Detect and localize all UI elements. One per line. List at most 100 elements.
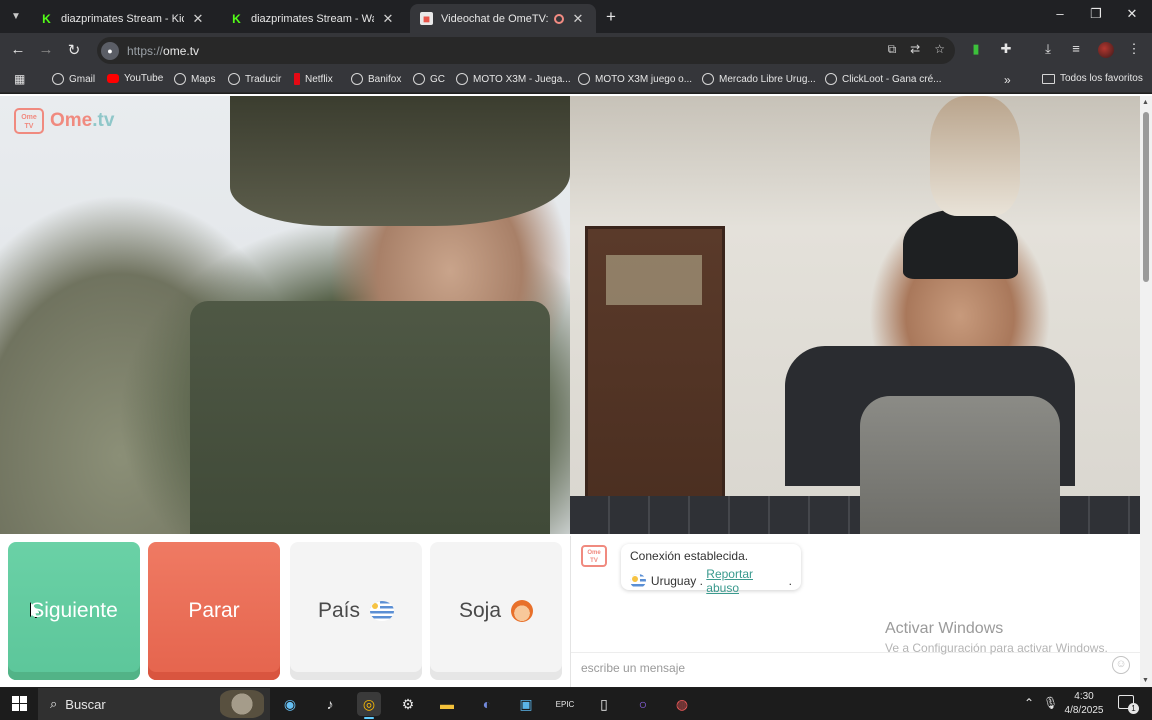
menu-kebab-icon[interactable]: ⋮ — [1124, 41, 1144, 57]
emoji-icon[interactable]: ☺ — [1112, 656, 1130, 674]
netflix-icon — [294, 73, 300, 85]
uruguay-flag-icon — [370, 601, 395, 621]
close-tab-icon[interactable]: ✕ — [380, 11, 396, 27]
tab-kick-dashboard[interactable]: K diazprimates Stream - Kick Dashboard ✕ — [30, 4, 216, 33]
tab-search-icon[interactable]: ▼ — [6, 6, 26, 26]
video-figure — [230, 96, 570, 226]
message-input[interactable]: escribe un mensaje — [571, 652, 1141, 682]
stop-button[interactable]: Parar — [148, 542, 280, 680]
chrome-icon[interactable]: ◎ — [357, 692, 381, 719]
url-scheme: https:// — [127, 43, 164, 58]
recording-indicator-icon — [554, 13, 564, 24]
tab-ometv[interactable]: ■ Videochat de OmeTV: una alternativa ✕ — [410, 4, 596, 33]
scrollbar-thumb[interactable] — [1143, 112, 1149, 282]
gender-button[interactable]: Soja — [430, 542, 562, 680]
bookmark-gc[interactable]: GC — [413, 73, 445, 85]
document-icon[interactable]: ▯ — [592, 692, 616, 716]
clock-time: 4:30 — [1074, 691, 1094, 702]
search-label: Buscar — [65, 696, 106, 712]
video-figure — [860, 396, 1060, 534]
chat-panel: Ome TV Conexión establecida. Uruguay . Re… — [570, 536, 1141, 687]
epic-games-icon[interactable]: EPIC — [553, 692, 577, 716]
tab-kick-watch-live[interactable]: K diazprimates Stream - Watch Live ✕ — [220, 4, 406, 33]
scroll-down-icon[interactable]: ▼ — [1142, 677, 1149, 684]
bookmark-moto-x3m-2[interactable]: MOTO X3M juego o... — [578, 73, 692, 85]
extensions-puzzle-icon[interactable]: ✚ — [996, 41, 1016, 57]
next-button-label: Siguiente — [30, 599, 118, 622]
page-scrollbar[interactable]: ▲ ▼ — [1140, 96, 1152, 687]
cast-icon[interactable]: ⧉ — [888, 42, 897, 57]
chat-logo-top: Ome — [587, 550, 601, 556]
reload-button[interactable]: ↻ — [64, 41, 84, 59]
file-explorer-icon[interactable]: ▬ — [435, 692, 459, 716]
back-button[interactable]: ← — [8, 41, 28, 58]
bookmark-star-icon[interactable]: ☆ — [934, 42, 945, 57]
ometv-logo[interactable]: Ome TV Ome.tv — [14, 108, 114, 134]
close-tab-icon[interactable]: ✕ — [570, 11, 586, 27]
bookmark-label: Gmail — [69, 73, 96, 85]
gender-button-label: Soja — [458, 599, 502, 622]
apps-grid-icon[interactable]: ▦ — [14, 72, 25, 86]
bookmark-mercado-libre[interactable]: Mercado Libre Urug... — [702, 73, 816, 85]
globe-icon — [52, 73, 64, 85]
close-window-button[interactable]: ✕ — [1114, 6, 1150, 22]
bookmarks-more-button[interactable]: » — [1004, 73, 1011, 87]
all-bookmarks-folder[interactable]: Todos los favoritos — [1042, 73, 1143, 84]
microphone-icon[interactable]: 🎙 — [1043, 696, 1058, 710]
country-button[interactable]: País — [290, 542, 422, 680]
site-info-icon[interactable]: ● — [101, 41, 119, 60]
kick-icon: K — [232, 11, 241, 26]
steam-icon[interactable]: ◉ — [278, 692, 302, 716]
browser-tab-strip: ▼ K diazprimates Stream - Kick Dashboard… — [0, 0, 1152, 33]
bookmark-gmail[interactable]: Gmail — [52, 73, 95, 85]
system-clock[interactable]: 4:30 4/8/2025 — [1062, 690, 1106, 718]
bookmark-clickloot[interactable]: ClickLoot - Gana cré... — [825, 73, 941, 85]
bookmark-netflix[interactable]: Netflix — [294, 73, 333, 85]
browser-toolbar: ← → ↻ ● https://ome.tv ⧉ ⇄ ☆ ▮ ✚ ⤓ ≡ ⋮ — [0, 33, 1152, 67]
notification-icon[interactable]: 1 — [1118, 695, 1139, 714]
start-button[interactable] — [12, 696, 27, 711]
owl-widget-icon[interactable] — [220, 690, 264, 718]
bookmark-banifox[interactable]: Banifox — [351, 73, 401, 85]
restore-button[interactable]: ❐ — [1078, 6, 1114, 22]
bookmark-label: Banifox — [368, 73, 402, 85]
extension-icon[interactable]: ▮ — [966, 41, 986, 57]
bookmark-youtube[interactable]: YouTube — [107, 73, 163, 84]
bookmark-traducir[interactable]: Traducir — [228, 73, 281, 85]
discord-icon[interactable]: ◐ — [475, 692, 499, 716]
chat-logo-bottom: TV — [590, 558, 598, 564]
partner-country: Uruguay — [650, 574, 697, 588]
video-cat — [930, 96, 1020, 216]
minimize-button[interactable]: – — [1042, 6, 1078, 21]
notification-count: 1 — [1128, 703, 1139, 714]
tab-title: diazprimates Stream - Watch Live — [251, 12, 374, 25]
new-tab-button[interactable]: + — [606, 7, 616, 27]
media-control-icon[interactable]: ≡ — [1066, 41, 1086, 56]
store-icon[interactable]: ▣ — [514, 692, 538, 716]
bookmark-maps[interactable]: Maps — [174, 73, 215, 85]
bookmark-label: ClickLoot - Gana cré... — [842, 73, 942, 85]
scroll-up-icon[interactable]: ▲ — [1142, 99, 1149, 106]
all-bookmarks-label: Todos los favoritos — [1060, 73, 1143, 84]
settings-gear-icon[interactable]: ⚙ — [396, 692, 420, 716]
forward-button[interactable]: → — [36, 41, 56, 58]
profile-avatar[interactable] — [1098, 42, 1114, 58]
address-bar[interactable]: ● https://ome.tv ⧉ ⇄ ☆ — [97, 37, 955, 64]
next-button[interactable]: Siguiente — [8, 542, 140, 680]
report-abuse-link[interactable]: Reportar abuso — [706, 567, 788, 595]
tray-expand-icon[interactable]: ⌃ — [1024, 696, 1034, 710]
tiktok-icon[interactable]: ♪ — [318, 692, 342, 716]
clock-date: 4/8/2025 — [1064, 705, 1104, 716]
url-text[interactable]: https://ome.tv — [127, 44, 199, 58]
download-icon[interactable]: ⤓ — [1038, 41, 1058, 57]
recorder-icon[interactable]: ◍ — [670, 692, 694, 716]
globe-icon — [351, 73, 363, 85]
bookmark-label: MOTO X3M juego o... — [595, 73, 693, 85]
bookmark-label: Maps — [191, 73, 216, 85]
app-icon[interactable]: ○ — [631, 692, 655, 716]
close-tab-icon[interactable]: ✕ — [190, 11, 206, 27]
globe-icon — [174, 73, 186, 85]
translate-icon[interactable]: ⇄ — [910, 42, 920, 57]
bookmark-moto-x3m-1[interactable]: MOTO X3M - Juega... — [456, 73, 571, 85]
search-icon: ⌕ — [50, 696, 58, 711]
